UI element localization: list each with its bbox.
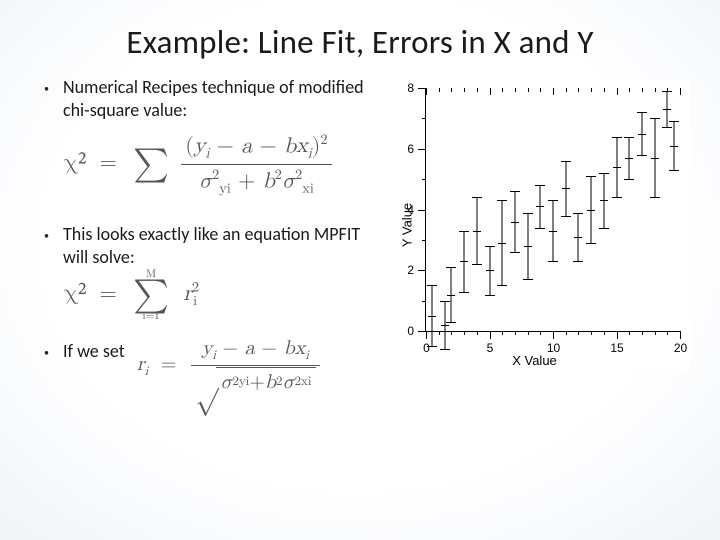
sum-icon: M ∑ i=1: [133, 280, 169, 311]
bullet-1-text: Numerical Recipes technique of modified …: [63, 76, 367, 121]
bullet-1: • Numerical Recipes technique of modifie…: [44, 76, 367, 121]
slide-title: Example: Line Fit, Errors in X and Y: [0, 0, 720, 76]
chart-xlabel: X Value: [512, 353, 557, 368]
sqrt-icon: √: [195, 367, 218, 395]
bullet-dot-icon: •: [44, 340, 63, 363]
bullet-dot-icon: •: [44, 76, 63, 99]
bullet-dot-icon: •: [44, 223, 63, 246]
equation-chi2-residuals: χ² = M ∑ i=1 r2i: [64, 278, 367, 310]
bullet-2-text: This looks exactly like an equation MPFI…: [63, 223, 367, 268]
bullet-3-text: If we set: [63, 340, 125, 363]
equation-residual-def: ri = yi − a − bxi √ σ2yi + b2σ2xi: [137, 336, 322, 395]
content-row: • Numerical Recipes technique of modifie…: [0, 76, 720, 395]
chart-plot-area: 0246805101520: [425, 88, 680, 332]
equation-chi2-full: χ² = ∑ (yi − a − bxi)2 σ2yi + b2σ2xi: [64, 131, 367, 197]
scatter-chart: Y Value X Value 0246805101520: [379, 80, 690, 370]
sum-icon: ∑: [133, 149, 169, 180]
bullet-3-row: • If we set ri = yi − a − bxi √ σ2yi + b…: [44, 340, 367, 395]
bullet-2: • This looks exactly like an equation MP…: [44, 223, 367, 268]
left-column: • Numerical Recipes technique of modifie…: [44, 76, 379, 395]
